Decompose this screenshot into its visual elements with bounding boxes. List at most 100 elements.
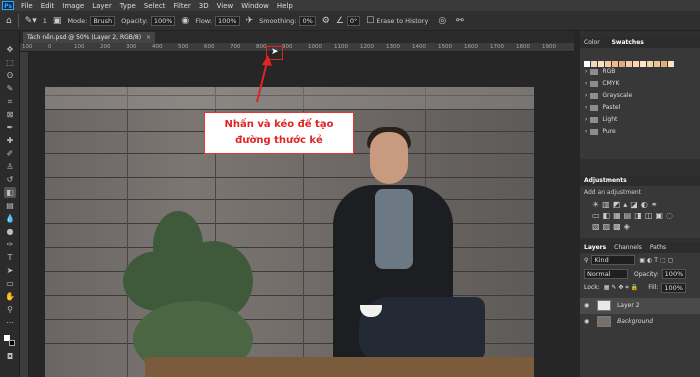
hand-tool-icon[interactable]: ✋ bbox=[4, 291, 16, 302]
ruler-tick-label: 1700 bbox=[490, 44, 504, 50]
vertical-ruler[interactable] bbox=[20, 52, 29, 377]
crop-tool-icon[interactable]: ⌗ bbox=[4, 96, 16, 107]
swatch-color[interactable] bbox=[619, 61, 625, 67]
swatch-color[interactable] bbox=[647, 61, 653, 67]
dodge-tool-icon[interactable]: ● bbox=[4, 226, 16, 237]
erase-history-checkbox[interactable]: ☐ bbox=[366, 16, 374, 26]
swatch-folder[interactable]: › Grayscale bbox=[580, 90, 700, 102]
quick-mask-icon[interactable]: ◘ bbox=[4, 351, 16, 362]
layer-row-background[interactable]: ◉ Background bbox=[580, 314, 700, 330]
swatch-folder[interactable]: › CMYK bbox=[580, 78, 700, 90]
menu-edit[interactable]: Edit bbox=[37, 2, 59, 10]
swatch-folder[interactable]: › Pure bbox=[580, 126, 700, 138]
tab-layers[interactable]: Layers bbox=[584, 244, 606, 251]
menu-select[interactable]: Select bbox=[140, 2, 170, 10]
swatch-folder[interactable]: › RGB bbox=[580, 66, 700, 78]
menu-layer[interactable]: Layer bbox=[88, 2, 116, 10]
lock-icons[interactable]: ▦✎✥⌗🔒 bbox=[604, 284, 641, 292]
blur-tool-icon[interactable]: 💧 bbox=[4, 213, 16, 224]
brush-size[interactable]: 1 bbox=[43, 17, 47, 25]
swatch-folder[interactable]: › Pastel bbox=[580, 102, 700, 114]
more-tools-icon[interactable]: ⋯ bbox=[4, 317, 16, 328]
gradient-tool-icon[interactable]: ▤ bbox=[4, 200, 16, 211]
chevron-right-icon[interactable]: › bbox=[585, 128, 587, 135]
chevron-right-icon[interactable]: › bbox=[585, 116, 587, 123]
rectangle-tool-icon[interactable]: ▭ bbox=[4, 278, 16, 289]
gear-icon[interactable]: ⚙ bbox=[322, 16, 330, 26]
pressure-size-icon[interactable]: ◎ bbox=[438, 16, 446, 26]
ruler-tick-label: 800 bbox=[256, 44, 267, 50]
chevron-right-icon[interactable]: › bbox=[585, 92, 587, 99]
kind-filter-select[interactable]: Kind bbox=[591, 255, 636, 265]
tab-color[interactable]: Color bbox=[584, 39, 600, 46]
document-tab[interactable]: Tách nền.psd @ 50% (Layer 2, RGB/8) × bbox=[23, 32, 155, 43]
home-icon[interactable]: ⌂ bbox=[6, 16, 12, 26]
folder-icon bbox=[590, 68, 599, 75]
menu-filter[interactable]: Filter bbox=[169, 2, 194, 10]
menu-help[interactable]: Help bbox=[273, 2, 297, 10]
callout-line-2: đường thước kẻ bbox=[235, 135, 323, 146]
healing-brush-icon[interactable]: ✚ bbox=[4, 135, 16, 146]
adjustment-icons[interactable]: ☀▥◩▴◪◐⚭ ▭◧▦▤◨◫▣◌ ▧▨▩◈ bbox=[580, 199, 700, 232]
quick-select-icon[interactable]: ✎ bbox=[4, 83, 16, 94]
eraser-tool-icon[interactable]: ◧ bbox=[4, 187, 16, 198]
lasso-tool-icon[interactable]: ʘ bbox=[4, 70, 16, 81]
swatch-color[interactable] bbox=[668, 61, 674, 67]
pressure-opacity-icon[interactable]: ◉ bbox=[181, 16, 189, 26]
eyedropper-icon[interactable]: ✒ bbox=[4, 122, 16, 133]
canvas-area[interactable]: Nhấn và kéo để tạo đường thước kẻ bbox=[29, 52, 574, 377]
frame-tool-icon[interactable]: ⊠ bbox=[4, 109, 16, 120]
eye-icon[interactable]: ◉ bbox=[584, 302, 589, 309]
airbrush-icon[interactable]: ✈ bbox=[246, 16, 254, 26]
horizontal-ruler[interactable]: 100 0 100 200 300 400 500 600 700 800 900 1000 1100 1… bbox=[20, 43, 574, 52]
swatch-color[interactable] bbox=[654, 61, 660, 67]
blend-mode-select[interactable]: Normal bbox=[584, 269, 628, 279]
menu-view[interactable]: View bbox=[213, 2, 238, 10]
layer-opacity-field[interactable]: 100% bbox=[661, 269, 687, 279]
swatch-color[interactable] bbox=[661, 61, 667, 67]
fill-field[interactable]: 100% bbox=[661, 282, 686, 293]
brush-panel-icon[interactable]: ▣ bbox=[53, 16, 62, 26]
tab-channels[interactable]: Channels bbox=[614, 244, 642, 251]
swatch-folder[interactable]: › Light bbox=[580, 114, 700, 126]
mode-select[interactable]: Brush bbox=[90, 15, 116, 26]
tab-swatches[interactable]: Swatches bbox=[612, 39, 644, 46]
swatch-folder-label: Grayscale bbox=[602, 92, 633, 99]
zoom-tool-icon[interactable]: ⚲ bbox=[4, 304, 16, 315]
tab-adjustments[interactable]: Adjustments bbox=[584, 177, 627, 184]
chevron-right-icon[interactable]: › bbox=[585, 80, 587, 87]
clone-stamp-icon[interactable]: ♙ bbox=[4, 161, 16, 172]
marquee-tool-icon[interactable]: ⬚ bbox=[4, 57, 16, 68]
tab-paths[interactable]: Paths bbox=[650, 244, 666, 251]
swatch-color[interactable] bbox=[633, 61, 639, 67]
eye-icon[interactable]: ◉ bbox=[584, 318, 589, 325]
opacity-field[interactable]: 100% bbox=[150, 15, 176, 26]
ruler-tick-label: 0 bbox=[48, 44, 52, 50]
swatch-color[interactable] bbox=[626, 61, 632, 67]
swatch-color[interactable] bbox=[640, 61, 646, 67]
chevron-right-icon[interactable]: › bbox=[585, 68, 587, 75]
symmetry-icon[interactable]: ⚯ bbox=[456, 16, 464, 26]
layer-row-layer2[interactable]: ◉ Layer 2 bbox=[580, 298, 700, 314]
chevron-right-icon[interactable]: › bbox=[585, 104, 587, 111]
menu-3d[interactable]: 3D bbox=[195, 2, 213, 10]
menu-type[interactable]: Type bbox=[116, 2, 140, 10]
move-tool-icon[interactable]: ✥ bbox=[4, 44, 16, 55]
path-select-icon[interactable]: ➤ bbox=[4, 265, 16, 276]
type-tool-icon[interactable]: T bbox=[4, 252, 16, 263]
eraser-icon[interactable]: ✎▾ bbox=[25, 16, 37, 26]
background-color-icon[interactable] bbox=[9, 340, 15, 346]
menu-file[interactable]: File bbox=[17, 2, 37, 10]
brush-tool-icon[interactable]: ✐ bbox=[4, 148, 16, 159]
angle-field[interactable]: 0° bbox=[346, 15, 361, 26]
close-icon[interactable]: × bbox=[146, 32, 151, 43]
menu-window[interactable]: Window bbox=[237, 2, 273, 10]
ruler-tick-label: 1200 bbox=[360, 44, 374, 50]
adjustments-panel: Adjustments Add an adjustment ☀▥◩▴◪◐⚭ ▭◧▦… bbox=[580, 175, 700, 238]
menu-image[interactable]: Image bbox=[58, 2, 88, 10]
pen-tool-icon[interactable]: ✑ bbox=[4, 239, 16, 250]
history-brush-icon[interactable]: ↺ bbox=[4, 174, 16, 185]
flow-field[interactable]: 100% bbox=[214, 15, 240, 26]
smoothing-field[interactable]: 0% bbox=[299, 15, 316, 26]
filter-icons[interactable]: ▣◐T⬚▢ bbox=[639, 257, 675, 264]
